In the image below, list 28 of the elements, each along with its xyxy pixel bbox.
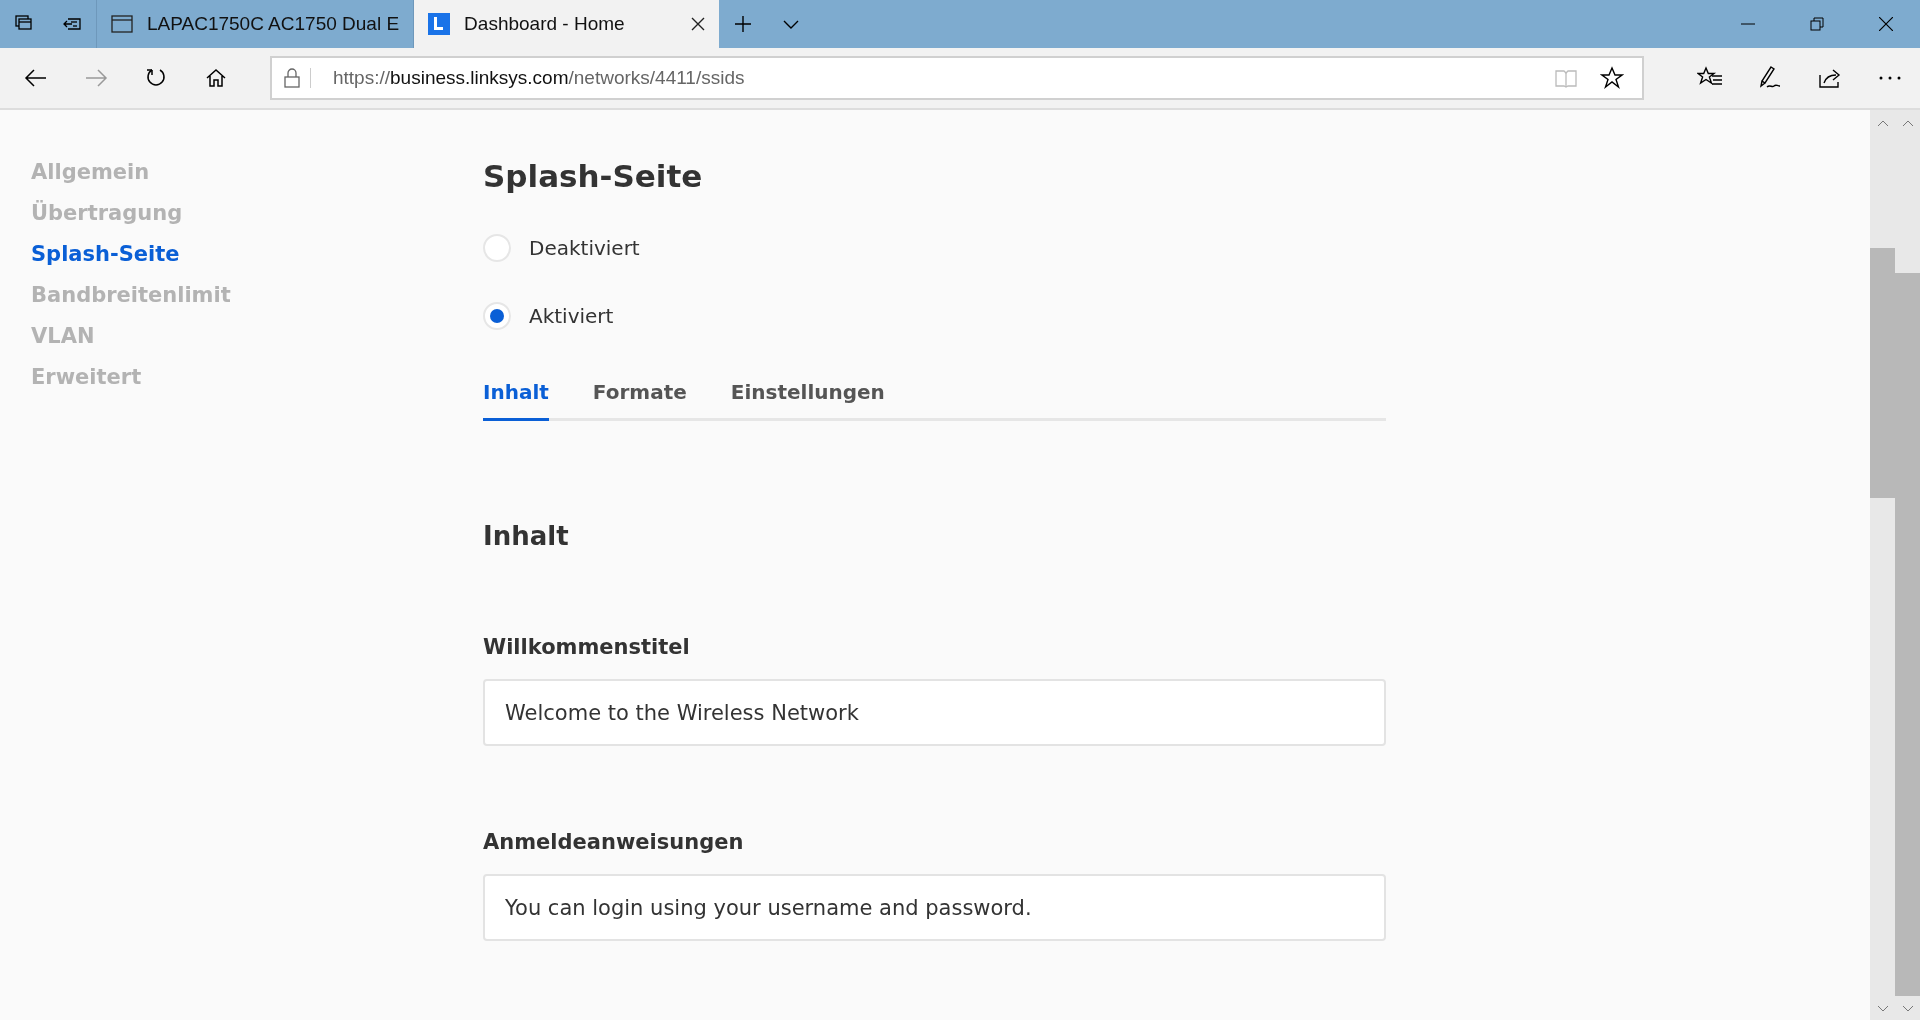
- scroll-up-icon[interactable]: [1875, 118, 1890, 128]
- page-title: Splash-Seite: [483, 157, 704, 196]
- input-field[interactable]: Welcome to the Wireless Network: [483, 679, 1386, 746]
- section-title: Inhalt: [483, 521, 570, 551]
- star-icon[interactable]: [1600, 66, 1624, 90]
- scroll-up-icon[interactable]: [1900, 118, 1915, 128]
- input-field[interactable]: You can login using your username and password.: [483, 874, 1386, 941]
- lock-icon: [284, 68, 311, 88]
- scrollbar[interactable]: [1895, 110, 1920, 1020]
- radio-label: Aktiviert: [529, 304, 614, 328]
- site-logo-icon: [428, 13, 451, 35]
- scrollbar[interactable]: [1870, 110, 1895, 1020]
- browser-tab[interactable]: Dashboard - Home: [413, 0, 720, 48]
- url-text: https://business.linksys.com/networks/4411/ssids: [333, 67, 746, 89]
- close-tab-icon[interactable]: [691, 17, 706, 31]
- scroll-down-icon[interactable]: [1875, 1004, 1890, 1014]
- scroll-down-icon[interactable]: [1900, 1004, 1915, 1014]
- tab[interactable]: Inhalt: [483, 380, 549, 421]
- radio-button[interactable]: [483, 234, 511, 262]
- tab[interactable]: Formate: [592, 380, 687, 421]
- radio-button[interactable]: [483, 302, 511, 330]
- field-label: Anmeldeanweisungen: [483, 830, 745, 854]
- address-bar[interactable]: https://business.linksys.com/networks/4411/ssids: [270, 56, 1644, 100]
- sidebar-item[interactable]: Splash-Seite: [31, 238, 180, 271]
- field-label: Willkommenstitel: [483, 635, 691, 659]
- radio-label: Deaktiviert: [529, 236, 640, 260]
- tab[interactable]: Einstellungen: [730, 380, 885, 421]
- page-icon: [111, 15, 133, 33]
